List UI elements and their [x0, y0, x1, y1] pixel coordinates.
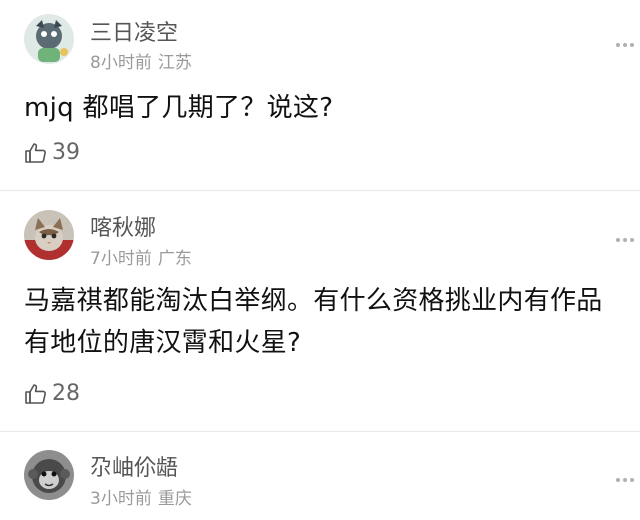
- more-options-icon[interactable]: [616, 237, 634, 243]
- username[interactable]: 喀秋娜: [90, 216, 156, 242]
- comment-time: 8小时前: [90, 53, 152, 73]
- like-count: 28: [52, 381, 80, 406]
- avatar[interactable]: [24, 14, 74, 64]
- username[interactable]: 三日凌空: [90, 21, 178, 47]
- more-options-icon[interactable]: [616, 42, 634, 48]
- like-button[interactable]: 39: [24, 139, 80, 167]
- like-button[interactable]: 28: [24, 380, 80, 408]
- avatar[interactable]: [24, 450, 74, 500]
- username[interactable]: 尕岫伱龉: [90, 456, 178, 482]
- comment-item: 尕岫伱龉 3小时前 重庆: [0, 432, 640, 520]
- comment-time: 3小时前: [90, 489, 152, 509]
- comment-meta: 7小时前 广东: [90, 249, 192, 269]
- comment-text: mjq 都唱了几期了？说这?: [24, 93, 334, 123]
- cat-photo-avatar-icon: [24, 210, 74, 260]
- avatar[interactable]: [24, 210, 74, 260]
- comment-location: 重庆: [157, 489, 192, 509]
- like-count: 39: [52, 140, 80, 165]
- comment-meta: 8小时前 江苏: [90, 53, 192, 73]
- thumbs-up-icon: [25, 384, 46, 404]
- comment-meta: 3小时前 重庆: [90, 489, 192, 509]
- comment-location: 江苏: [157, 53, 192, 73]
- anime-character-avatar-icon: [24, 14, 74, 64]
- comment-location: 广东: [157, 249, 192, 269]
- comment-time: 7小时前: [90, 249, 152, 269]
- comment-item: 三日凌空 8小时前 江苏 mjq 都唱了几期了？说这? 39: [0, 0, 640, 190]
- more-options-icon[interactable]: [616, 477, 634, 483]
- monkey-photo-avatar-icon: [24, 450, 74, 500]
- comment-item: 喀秋娜 7小时前 广东 马嘉祺都能淘汰白举纲。有什么资格挑业内有作品有地位的唐汉霄…: [0, 191, 640, 431]
- thumbs-up-icon: [25, 143, 46, 163]
- comment-text: 马嘉祺都能淘汰白举纲。有什么资格挑业内有作品有地位的唐汉霄和火星?: [24, 286, 603, 358]
